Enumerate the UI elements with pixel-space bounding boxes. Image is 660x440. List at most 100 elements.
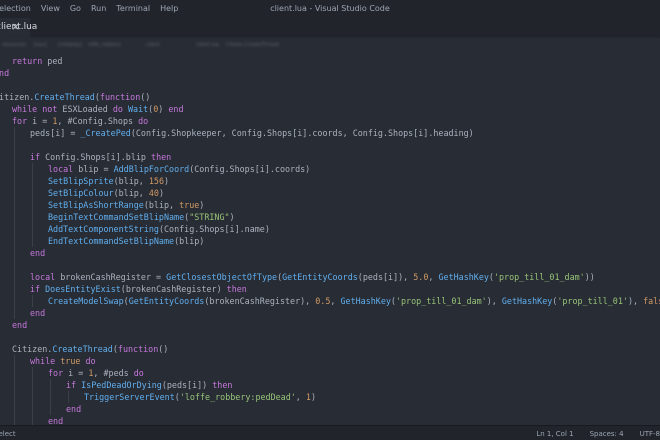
code-line[interactable]: EndTextCommandSetBlipName(blip) [48,235,204,247]
code-token: (Config.Shops[i].name) [158,224,270,234]
code-token: Citizen. [0,92,35,102]
code-token: , [330,296,341,306]
status-cursor-position[interactable]: Ln 1, Col 1 [536,430,573,438]
code-line[interactable]: end [30,247,45,259]
code-token: CreateThread [34,92,95,102]
code-token: 156 [148,176,164,186]
code-line[interactable]: if Config.Shops[i].blip then [30,151,171,163]
code-token: ) [229,212,235,222]
code-token: GetHashKey [438,272,489,282]
code-token: end [12,320,28,330]
indent-guide [32,367,33,425]
code-token: 'prop_till_01' [557,296,628,306]
breadcrumb-item[interactable]: client [146,42,160,48]
code-token: , [428,272,439,282]
code-token: for [48,368,64,378]
code-line[interactable]: if DoesEntityExist(brokenCashRegister) t… [30,283,247,295]
breadcrumb-item[interactable]: client.lua [196,42,219,48]
code-token: ESXLoaded [57,104,113,114]
code-token: local [30,272,56,282]
code-token: _CreatePed [80,128,131,138]
indent-guide [68,391,69,403]
code-line[interactable]: local blip = AddBlipForCoord(Config.Shop… [48,163,310,175]
breadcrumb-item[interactable]: loffe_robbery [88,42,121,48]
code-line[interactable]: SetBlipSprite(blip, 156) [48,175,169,187]
code-line[interactable]: Citizen.CreateThread(function() [12,343,168,355]
code-token: Config.Shops[i].blip [40,152,152,162]
tab-bar: client.lua × [0,18,660,38]
code-token: GetHashKey [340,296,391,306]
breadcrumb-item[interactable]: [esx] [34,42,47,48]
code-token: () [140,92,151,102]
code-token: (blip, [143,200,180,210]
breadcrumb: resources [esx] [roleplay] loffe_robbery… [0,38,660,52]
code-line[interactable]: while true do [30,355,96,367]
code-token: ) [158,104,169,114]
code-token: (brokenCashRegister) [120,284,227,294]
code-line[interactable]: local brokenCashRegister = GetClosestObj… [30,271,595,283]
code-token: CreateModelSwap [48,296,124,306]
breadcrumb-item[interactable]: Citizen.CreateThread [226,42,279,48]
code-token: true [60,356,81,366]
code-token: CreateThread [52,344,113,354]
code-token: 'prop_till_01_dam' [395,296,487,306]
code-line[interactable]: AddTextComponentString(Config.Shops[i].n… [48,223,270,235]
code-line[interactable]: TriggerServerEvent('loffe_robbery:pedDea… [84,391,316,403]
indent-guide [14,127,15,319]
code-token: function [117,344,159,354]
code-token: do [112,104,123,114]
code-token: 0.5 [315,296,331,306]
indent-guide [32,163,33,247]
code-token: "STRING" [189,212,230,222]
code-line[interactable]: end [12,319,27,331]
code-token: (Config.Shopkeeper, Config.Shops[i].coor… [130,128,474,138]
code-token: (blip, [113,188,149,198]
code-token: i = [63,368,89,378]
code-token: ped [42,56,63,66]
code-line[interactable]: peds[i] = _CreatePed(Config.Shopkeeper, … [30,127,474,139]
code-token: for [12,116,28,126]
code-editor[interactable]: return pedendCitizen.CreateThread(functi… [0,52,660,425]
code-token: end [66,404,82,414]
breadcrumb-item[interactable]: [roleplay] [58,42,82,48]
close-icon[interactable]: × [11,20,20,33]
code-token: AddBlipForCoord [113,164,190,174]
code-token: (peds[i]), [357,272,414,282]
code-line[interactable]: BeginTextCommandSetBlipName("STRING") [48,211,235,223]
code-token: () [158,344,169,354]
code-token: return [12,56,43,66]
code-line[interactable]: end [48,415,63,425]
code-line[interactable]: return ped [12,55,62,67]
indent-guide [14,355,15,425]
code-token: i = [27,116,53,126]
code-token: local [48,164,74,174]
code-token: IsPedDeadOrDying [81,380,162,390]
code-token: end [30,248,46,258]
code-line[interactable]: CreateModelSwap(GetEntityCoords(brokenCa… [48,295,660,307]
code-token: BeginTextCommandSetBlipName [48,212,185,222]
code-line[interactable]: if IsPedDeadOrDying(peds[i]) then [66,379,232,391]
code-token: 5.0 [413,272,429,282]
code-line[interactable]: for i = 1, #peds do [48,367,144,379]
code-line[interactable]: end [30,307,45,319]
tab-client-lua[interactable]: client.lua × [0,18,37,38]
status-indentation[interactable]: Spaces: 4 [590,430,624,438]
code-token: (blip) [174,236,205,246]
code-token: DoesEntityExist [45,284,121,294]
breadcrumb-item[interactable]: resources [2,42,26,48]
code-line[interactable]: for i = 1, #Config.Shops do [12,115,148,127]
code-token: 'loffe_robbery:pedDead' [179,392,296,402]
status-mode[interactable]: Select [0,430,16,438]
code-token: , [295,392,306,402]
code-token: function [99,92,141,102]
code-token: GetClosestObjectOfType [166,272,278,282]
status-encoding[interactable]: UTF-8 [640,430,660,438]
code-token: (blip, [113,176,149,186]
code-token: if [30,284,41,294]
code-line[interactable]: end [0,67,9,79]
code-line[interactable]: SetBlipColour(blip, 40) [48,187,164,199]
code-line[interactable]: SetBlipAsShortRange(blip, true) [48,199,204,211]
code-line[interactable]: end [66,403,81,415]
code-line[interactable]: Citizen.CreateThread(function() [0,91,150,103]
code-line[interactable]: while not ESXLoaded do Wait(0) end [12,103,184,115]
